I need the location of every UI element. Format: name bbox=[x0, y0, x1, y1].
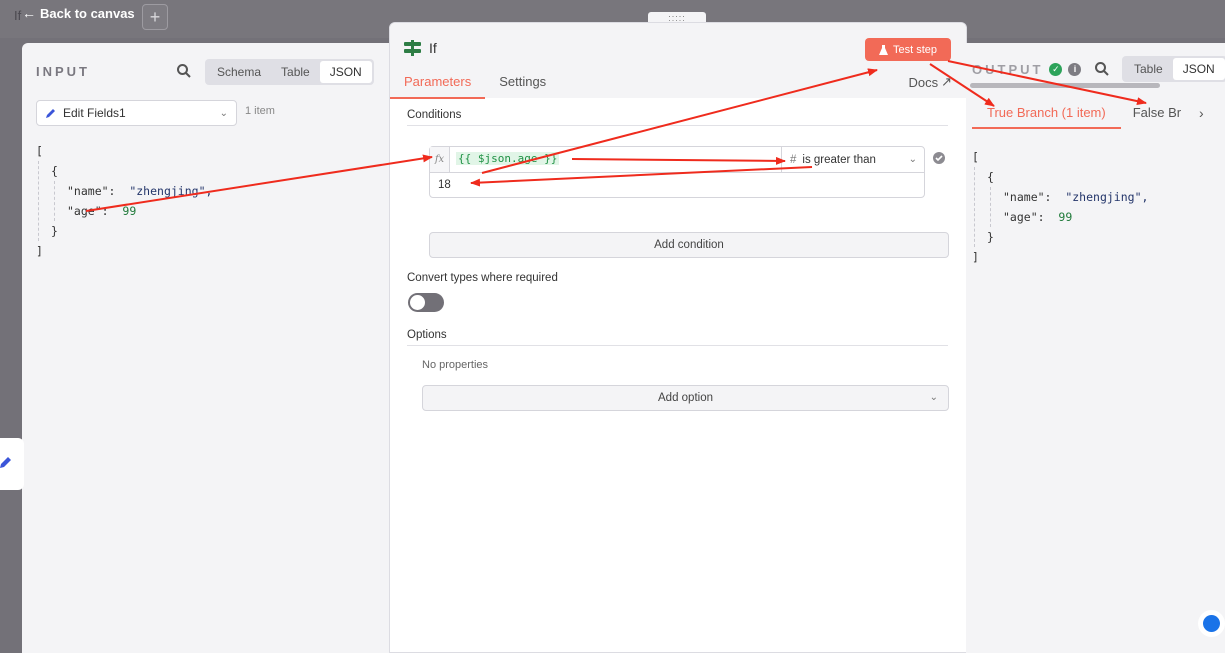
tab-false-branch[interactable]: False Br bbox=[1129, 101, 1196, 129]
node-title: If bbox=[404, 40, 437, 56]
modal-header: If Test step Parameters Settings Docs ↗ bbox=[390, 23, 966, 99]
test-step-button[interactable]: Test step bbox=[865, 38, 951, 61]
convert-types-label: Convert types where required bbox=[407, 272, 558, 284]
chevron-down-icon: ⌄ bbox=[929, 392, 938, 403]
json-brace: } bbox=[51, 224, 58, 238]
back-to-canvas-link[interactable]: ← Back to canvas bbox=[22, 5, 135, 21]
json-row-name: "name": "zhengjing", bbox=[67, 184, 213, 198]
json-row-age: "age": 99 bbox=[1003, 210, 1073, 224]
operator-label: is greater than bbox=[802, 153, 876, 166]
condition-row: fx {{ $json.age }} # is greater than ⌄ 1… bbox=[429, 146, 925, 198]
chevron-right-icon[interactable]: › bbox=[1199, 105, 1204, 121]
json-brace: } bbox=[987, 230, 994, 244]
side-edit-tab[interactable] bbox=[0, 438, 24, 490]
input-json-view: [ { "name": "zhengjing", "age": 99 } ] bbox=[36, 141, 212, 261]
search-icon[interactable] bbox=[1094, 61, 1110, 77]
check-circle-icon bbox=[933, 152, 945, 164]
json-brace: { bbox=[987, 170, 994, 184]
convert-types-toggle[interactable] bbox=[408, 293, 444, 312]
horizontal-scrollbar[interactable] bbox=[970, 83, 1160, 88]
output-json-view: [ { "name": "zhengjing", "age": 99 } ] bbox=[972, 147, 1148, 267]
right-value-input[interactable]: 18 bbox=[438, 179, 451, 191]
json-bracket: ] bbox=[972, 250, 979, 264]
pencil-icon bbox=[46, 109, 55, 118]
docs-link[interactable]: Docs ↗ bbox=[908, 74, 952, 90]
workflow-node-ghost: If bbox=[14, 8, 22, 23]
json-row-name: "name": "zhengjing", bbox=[1003, 190, 1149, 204]
node-title-text: If bbox=[429, 40, 437, 56]
conditions-label: Conditions bbox=[407, 109, 462, 121]
view-json-tab[interactable]: JSON bbox=[1172, 58, 1225, 80]
input-heading: INPUT bbox=[36, 64, 90, 79]
json-brace: { bbox=[51, 164, 58, 178]
add-node-button[interactable]: + bbox=[142, 4, 168, 30]
test-step-label: Test step bbox=[892, 43, 938, 56]
json-row-age: "age": 99 bbox=[67, 204, 137, 218]
view-table-tab[interactable]: Table bbox=[1124, 58, 1173, 80]
if-node-icon bbox=[404, 40, 421, 56]
left-value-expression: {{ $json.age }} bbox=[456, 152, 560, 165]
view-table-tab[interactable]: Table bbox=[271, 61, 320, 83]
chat-button[interactable] bbox=[1198, 610, 1225, 637]
tab-settings[interactable]: Settings bbox=[485, 70, 560, 99]
number-type-icon: # bbox=[790, 153, 797, 166]
input-node-select[interactable]: Edit Fields1 ⌄ bbox=[36, 100, 237, 126]
tab-parameters[interactable]: Parameters bbox=[390, 70, 486, 99]
json-bracket: ] bbox=[36, 244, 43, 258]
add-condition-button[interactable]: Add condition bbox=[429, 232, 949, 258]
chat-icon bbox=[1203, 615, 1220, 632]
output-panel: OUTPUT ✓ i Table JSON True Branch (1 ite… bbox=[966, 43, 1225, 653]
json-bracket: [ bbox=[972, 150, 979, 164]
node-settings-modal: If Test step Parameters Settings Docs ↗ … bbox=[389, 22, 967, 653]
pencil-icon bbox=[0, 457, 11, 468]
json-bracket: [ bbox=[36, 144, 43, 158]
info-icon[interactable]: i bbox=[1068, 63, 1082, 76]
tab-true-branch[interactable]: True Branch (1 item) bbox=[972, 101, 1121, 129]
arrow-left-icon: ← bbox=[22, 5, 36, 21]
flask-icon bbox=[878, 44, 888, 55]
docs-label: Docs bbox=[908, 74, 939, 90]
external-link-icon: ↗ bbox=[941, 74, 952, 89]
add-option-select[interactable]: Add option ⌄ bbox=[422, 385, 949, 411]
left-value-input[interactable]: {{ $json.age }} bbox=[450, 147, 781, 172]
input-view-switch: Schema Table JSON bbox=[205, 59, 374, 85]
branch-tabs: True Branch (1 item) False Br bbox=[972, 101, 1196, 129]
view-schema-tab[interactable]: Schema bbox=[207, 61, 271, 83]
success-check-icon: ✓ bbox=[1049, 63, 1063, 76]
options-label: Options bbox=[407, 329, 447, 341]
input-node-name: Edit Fields1 bbox=[63, 106, 126, 120]
operator-select[interactable]: # is greater than ⌄ bbox=[781, 147, 925, 172]
chevron-down-icon: ⌄ bbox=[219, 107, 228, 119]
divider bbox=[407, 345, 948, 346]
item-count: 1 item bbox=[245, 105, 275, 117]
input-panel: INPUT Schema Table JSON Edit Fields1 ⌄ 1… bbox=[22, 43, 390, 653]
view-json-tab[interactable]: JSON bbox=[319, 61, 372, 83]
add-option-label: Add option bbox=[658, 392, 713, 404]
output-heading-row: OUTPUT ✓ i bbox=[972, 62, 1082, 77]
output-heading: OUTPUT bbox=[972, 62, 1044, 77]
fx-icon: fx bbox=[430, 147, 450, 172]
toggle-knob bbox=[410, 295, 425, 310]
divider bbox=[407, 125, 948, 126]
divider bbox=[430, 172, 924, 173]
no-properties-text: No properties bbox=[422, 359, 489, 371]
node-tabs: Parameters Settings bbox=[390, 70, 560, 99]
search-icon[interactable] bbox=[176, 63, 192, 79]
back-to-canvas-label: Back to canvas bbox=[40, 5, 135, 21]
output-view-switch: Table JSON bbox=[1122, 56, 1225, 82]
chevron-down-icon: ⌄ bbox=[908, 154, 917, 165]
